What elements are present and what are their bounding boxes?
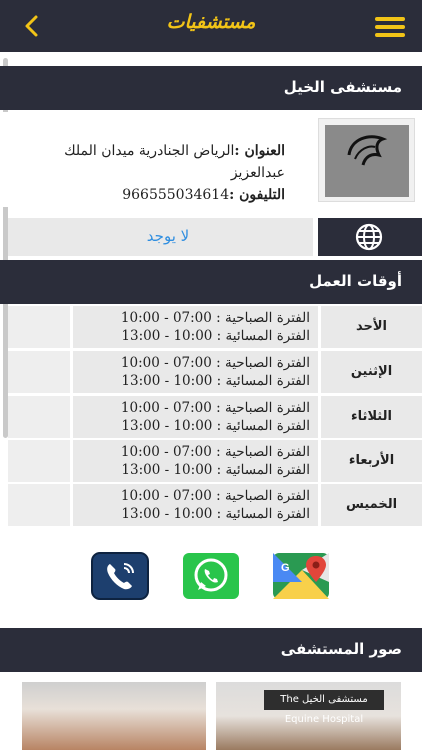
evening-time: 10:00 - 13:00 bbox=[121, 373, 213, 389]
hospital-name-bar: مستشفى الخيل bbox=[0, 66, 422, 110]
hospital-sign: مستشفى الخيل The Equine Hospital bbox=[264, 690, 384, 725]
morning-label: الفترة الصباحية : bbox=[216, 355, 310, 371]
morning-time: 07:00 - 10:00 bbox=[120, 400, 212, 416]
evening-time: 10:00 - 13:00 bbox=[121, 328, 213, 344]
address-label: العنوان : bbox=[234, 143, 285, 159]
times-cell: الفترة الصباحية : 07:00 - 10:00 الفترة ا… bbox=[73, 351, 318, 393]
day-name: الأحد bbox=[321, 306, 422, 348]
website-icon-box bbox=[318, 218, 422, 256]
morning-time: 07:00 - 10:00 bbox=[120, 355, 212, 371]
whatsapp-icon[interactable] bbox=[182, 552, 240, 600]
table-row: الفترة الصباحية : 07:00 - 10:00 الفترة ا… bbox=[8, 306, 422, 348]
hospital-name: مستشفى الخيل bbox=[283, 78, 402, 96]
empty-cell bbox=[8, 484, 70, 526]
hospital-photo[interactable]: مستشفى الخيل The Equine Hospital bbox=[216, 682, 401, 750]
times-cell: الفترة الصباحية : 07:00 - 10:00 الفترة ا… bbox=[73, 306, 318, 348]
phone-icon[interactable] bbox=[91, 552, 149, 600]
morning-time: 07:00 - 10:00 bbox=[120, 488, 212, 504]
day-name: الخميس bbox=[321, 484, 422, 526]
evening-shift: الفترة المسائية : 10:00 - 13:00 bbox=[73, 373, 310, 389]
empty-cell bbox=[8, 351, 70, 393]
evening-shift: الفترة المسائية : 10:00 - 13:00 bbox=[73, 328, 310, 344]
times-cell: الفترة الصباحية : 07:00 - 10:00 الفترة ا… bbox=[73, 484, 318, 526]
times-cell: الفترة الصباحية : 07:00 - 10:00 الفترة ا… bbox=[73, 440, 318, 482]
morning-shift: الفترة الصباحية : 07:00 - 10:00 bbox=[73, 355, 310, 371]
evening-label: الفترة المسائية : bbox=[216, 328, 310, 344]
evening-label: الفترة المسائية : bbox=[216, 373, 310, 389]
morning-shift: الفترة الصباحية : 07:00 - 10:00 bbox=[73, 310, 310, 326]
address-line: العنوان :الرياض الجنادرية ميدان الملك عب… bbox=[10, 140, 285, 184]
table-row: الفترة الصباحية : 07:00 - 10:00 الفترة ا… bbox=[8, 484, 422, 526]
day-name: الأربعاء bbox=[321, 440, 422, 482]
table-row: الفترة الصباحية : 07:00 - 10:00 الفترة ا… bbox=[8, 396, 422, 438]
empty-cell bbox=[8, 396, 70, 438]
morning-label: الفترة الصباحية : bbox=[216, 488, 310, 504]
phone-label: التليفون : bbox=[229, 187, 285, 203]
evening-shift: الفترة المسائية : 10:00 - 13:00 bbox=[73, 506, 310, 522]
table-row: الفترة الصباحية : 07:00 - 10:00 الفترة ا… bbox=[8, 351, 422, 393]
hospital-logo bbox=[318, 118, 415, 202]
evening-time: 10:00 - 13:00 bbox=[121, 418, 213, 434]
website-link[interactable]: لا يوجد bbox=[128, 227, 208, 245]
evening-label: الفترة المسائية : bbox=[216, 506, 310, 522]
morning-label: الفترة الصباحية : bbox=[216, 310, 310, 326]
empty-cell bbox=[8, 440, 70, 482]
evening-label: الفترة المسائية : bbox=[216, 418, 310, 434]
day-name: الإثنين bbox=[321, 351, 422, 393]
phone-value[interactable]: 966555034614 bbox=[122, 187, 229, 203]
morning-label: الفترة الصباحية : bbox=[216, 400, 310, 416]
globe-icon bbox=[355, 223, 383, 251]
website-value-box: لا يوجد bbox=[8, 218, 313, 256]
evening-shift: الفترة المسائية : 10:00 - 13:00 bbox=[73, 462, 310, 478]
day-name: الثلاثاء bbox=[321, 396, 422, 438]
website-row: لا يوجد bbox=[0, 218, 422, 256]
evening-time: 10:00 - 13:00 bbox=[121, 462, 213, 478]
table-row: الفترة الصباحية : 07:00 - 10:00 الفترة ا… bbox=[8, 440, 422, 482]
photo-gallery: مستشفى الخيل The Equine Hospital bbox=[0, 682, 422, 750]
hospital-photos-title: صور المستشفى bbox=[280, 640, 402, 658]
evening-label: الفترة المسائية : bbox=[216, 462, 310, 478]
top-app-bar: مستشفيات bbox=[0, 0, 422, 52]
morning-time: 07:00 - 10:00 bbox=[120, 310, 212, 326]
empty-cell bbox=[8, 306, 70, 348]
hospital-details: العنوان :الرياض الجنادرية ميدان الملك عب… bbox=[10, 140, 285, 206]
morning-label: الفترة الصباحية : bbox=[216, 444, 310, 460]
page-title: مستشفيات bbox=[166, 11, 256, 33]
evening-time: 10:00 - 13:00 bbox=[121, 506, 213, 522]
evening-shift: الفترة المسائية : 10:00 - 13:00 bbox=[73, 418, 310, 434]
working-hours-title: أوقات العمل bbox=[309, 272, 402, 290]
contact-actions: G bbox=[0, 552, 422, 604]
morning-time: 07:00 - 10:00 bbox=[120, 444, 212, 460]
morning-shift: الفترة الصباحية : 07:00 - 10:00 bbox=[73, 400, 310, 416]
hospital-photo[interactable] bbox=[22, 682, 206, 750]
morning-shift: الفترة الصباحية : 07:00 - 10:00 bbox=[73, 444, 310, 460]
svg-text:G: G bbox=[281, 562, 290, 574]
google-maps-icon[interactable]: G bbox=[272, 552, 330, 600]
times-cell: الفترة الصباحية : 07:00 - 10:00 الفترة ا… bbox=[73, 396, 318, 438]
morning-shift: الفترة الصباحية : 07:00 - 10:00 bbox=[73, 488, 310, 504]
hospital-photos-bar: صور المستشفى bbox=[0, 628, 422, 672]
phone-line[interactable]: التليفون :966555034614 bbox=[10, 184, 285, 206]
working-hours-bar: أوقات العمل bbox=[0, 260, 422, 304]
hamburger-menu-icon[interactable] bbox=[375, 17, 405, 37]
